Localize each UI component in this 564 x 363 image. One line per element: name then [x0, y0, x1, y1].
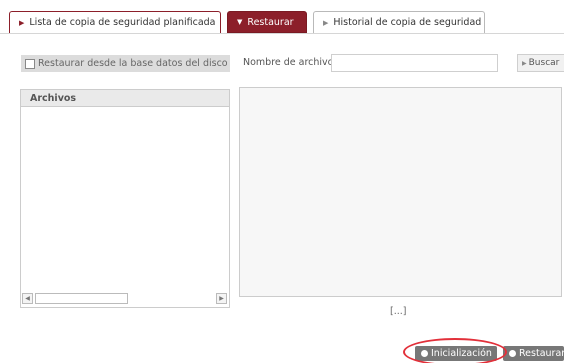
preview-panel [239, 87, 562, 297]
initialize-label: Inicialización [431, 348, 492, 359]
horizontal-scrollbar[interactable]: ◀ ▶ [22, 293, 228, 306]
files-panel: Archivos ◀ ▶ [20, 89, 230, 308]
initialize-button[interactable]: Inicialización [415, 346, 497, 361]
restore-label: Restaurar [519, 348, 564, 359]
restore-from-disk-label: Restaurar desde la base datos del disco [38, 58, 228, 69]
scroll-right-icon[interactable]: ▶ [216, 293, 227, 304]
scroll-left-icon[interactable]: ◀ [22, 293, 33, 304]
circle-icon [421, 350, 428, 357]
filename-input[interactable] [331, 54, 498, 72]
tab-divider [0, 33, 564, 34]
files-header: Archivos [21, 90, 229, 107]
circle-icon [509, 350, 516, 357]
tab-backup-history[interactable]: ▶ Historial de copia de seguridad [313, 11, 485, 33]
tab-scheduled-backup-list[interactable]: ▶ Lista de copia de seguridad planificad… [9, 11, 221, 33]
checkbox-box[interactable] [25, 58, 35, 69]
search-label: Buscar [528, 58, 560, 68]
chevron-down-icon: ▼ [237, 18, 243, 26]
tab-restore[interactable]: ▼ Restaurar [227, 11, 307, 33]
restore-button[interactable]: Restaurar [503, 346, 564, 361]
chevron-right-icon: ▶ [19, 18, 25, 27]
scrollbar-thumb[interactable] [35, 293, 128, 304]
tab-label: Lista de copia de seguridad planificada [29, 17, 216, 28]
tab-label: Restaurar [247, 16, 294, 28]
tab-label: Historial de copia de seguridad [333, 17, 482, 28]
chevron-right-icon: ▶ [522, 59, 527, 67]
filename-label: Nombre de archivo [243, 57, 334, 68]
more-link[interactable]: [...] [390, 306, 406, 317]
chevron-right-icon: ▶ [323, 18, 329, 27]
restore-from-disk-checkbox[interactable]: Restaurar desde la base datos del disco [21, 55, 230, 72]
search-button[interactable]: ▶ Buscar [517, 54, 564, 72]
